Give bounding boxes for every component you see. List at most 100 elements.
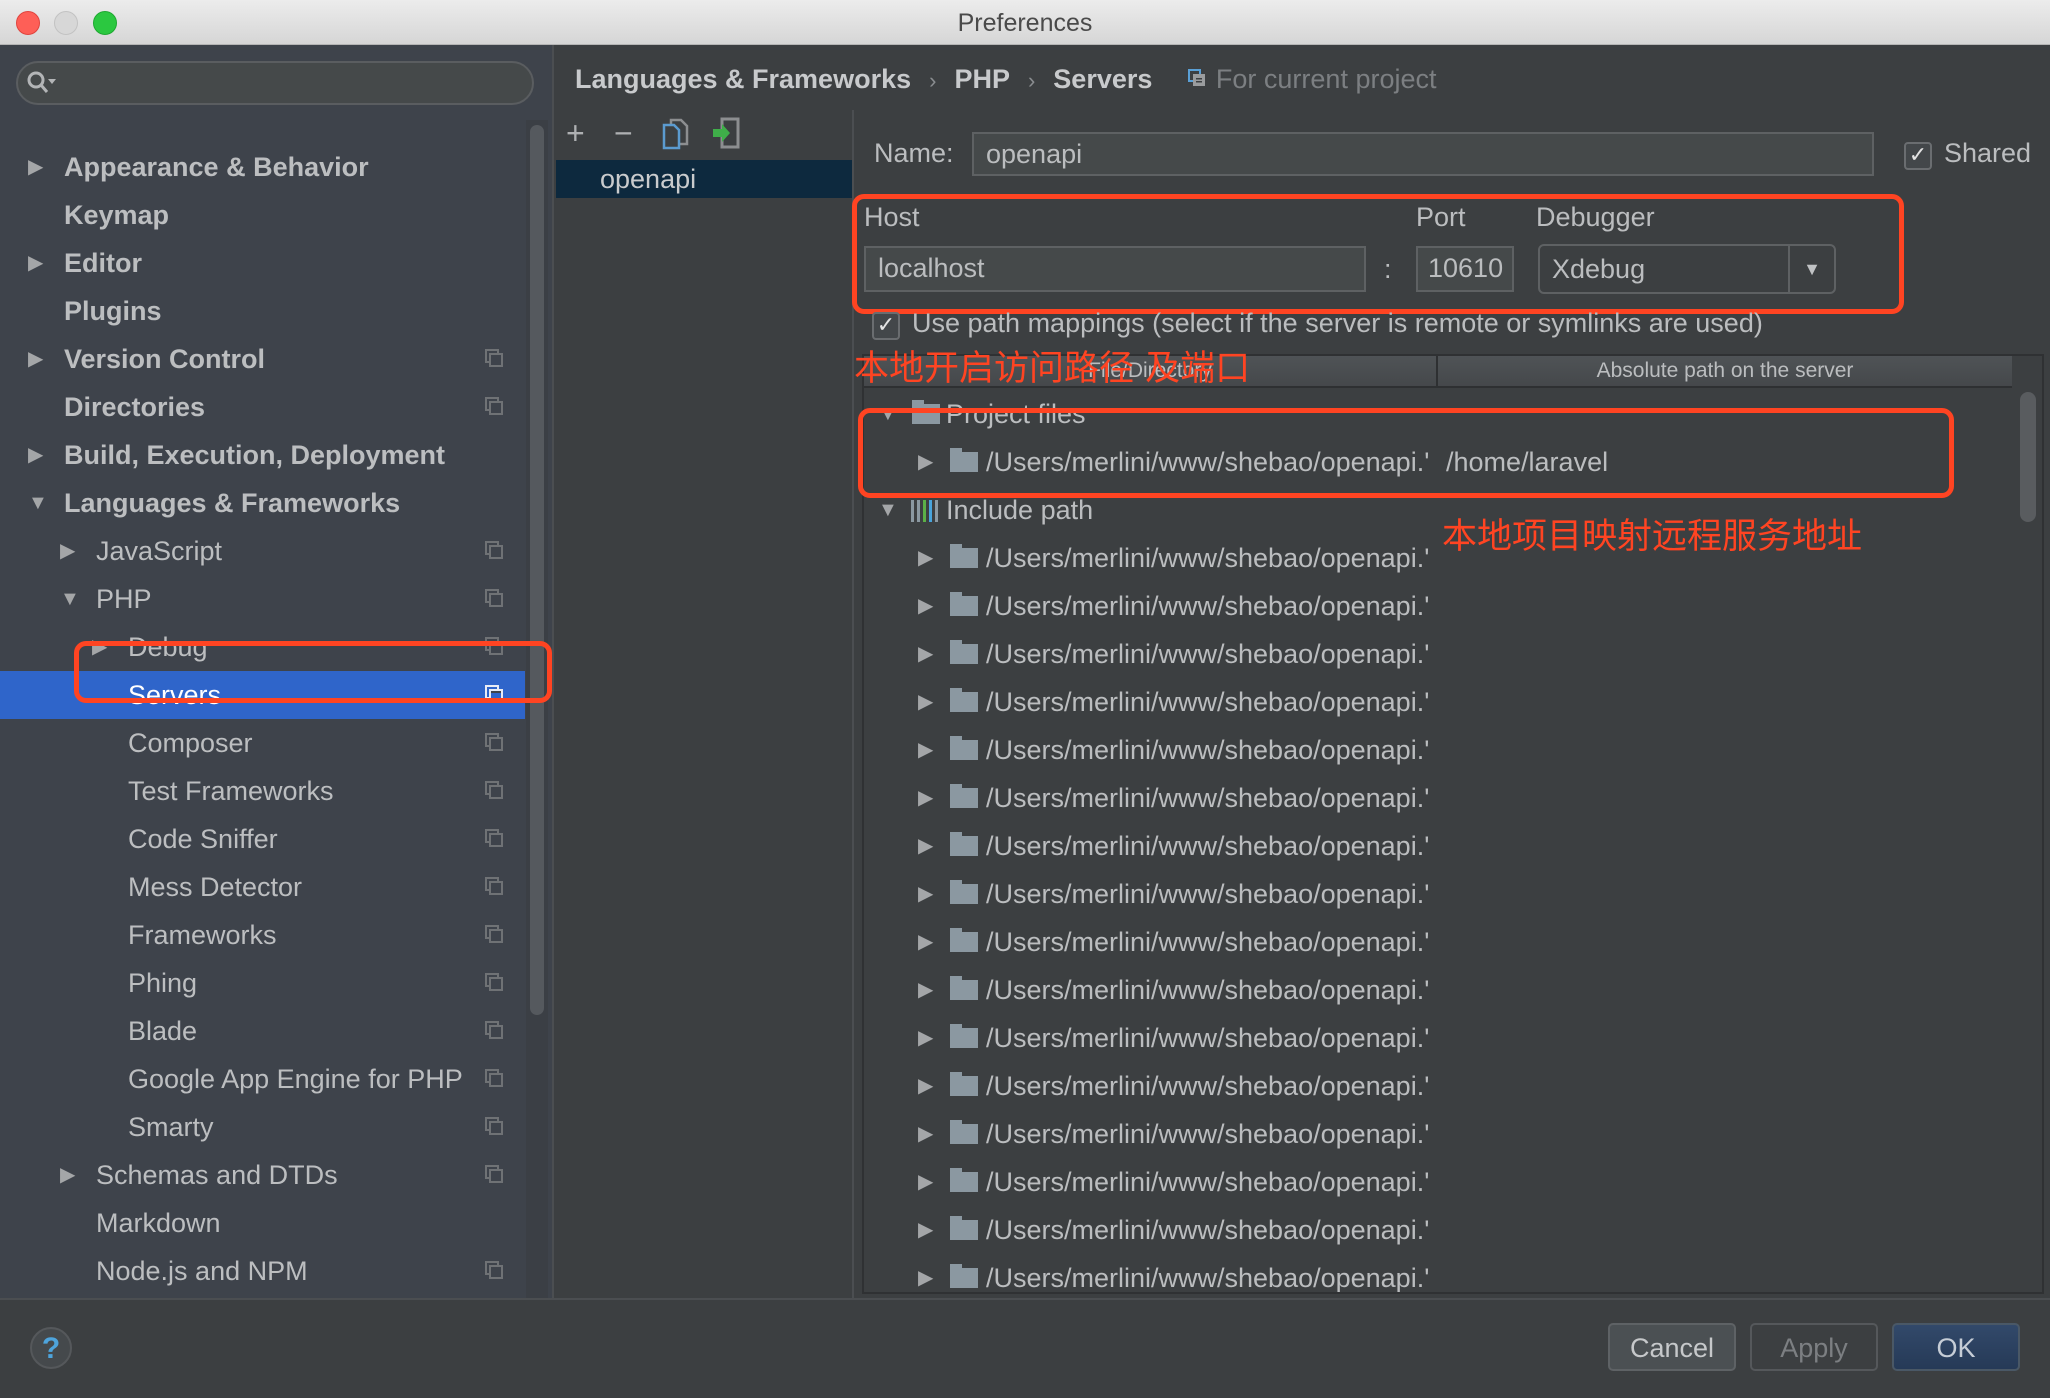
settings-search-input[interactable] [16,61,534,105]
collapsed-arrow-icon[interactable]: ▶ [60,527,75,575]
project-level-icon [485,733,503,751]
sidebar-item[interactable]: Frameworks [0,911,525,959]
sidebar-item[interactable]: ▶ Editor [0,239,525,287]
annotation-host-note: 本地开启访问路径 及端口 [854,349,1251,389]
add-server-button[interactable]: + [566,117,585,149]
sidebar-item[interactable]: Code Sniffer [0,815,525,863]
server-list-item[interactable]: openapi [556,160,852,198]
local-path-cell[interactable]: /Users/merlini/www/shebao/openapi.' [986,1110,1436,1158]
sidebar-item[interactable]: Test Frameworks [0,767,525,815]
breadcrumb-item[interactable]: Languages & Frameworks [575,64,911,94]
collapsed-arrow-icon[interactable]: ▶ [918,1062,933,1110]
collapsed-arrow-icon[interactable]: ▶ [28,335,43,383]
sidebar-item[interactable]: Smarty [0,1103,525,1151]
local-path-cell[interactable]: /Users/merlini/www/shebao/openapi.' [986,582,1436,630]
sidebar-item-label: Blade [128,1016,198,1046]
sidebar-item[interactable]: Markdown [0,1199,525,1247]
sidebar-item[interactable]: Blade [0,1007,525,1055]
sidebar-item[interactable]: Node.js and NPM [0,1247,525,1295]
collapsed-arrow-icon[interactable]: ▶ [918,1254,933,1292]
collapsed-arrow-icon[interactable]: ▶ [60,1151,75,1199]
sidebar-item[interactable]: ▶ JavaScript [0,527,525,575]
sidebar-item-label: Directories [64,392,206,422]
collapsed-arrow-icon[interactable]: ▶ [918,774,933,822]
sidebar-item[interactable]: Directories [0,383,525,431]
sidebar-item[interactable]: ▼ PHP [0,575,525,623]
local-path-cell[interactable]: /Users/merlini/www/shebao/openapi.' [986,534,1436,582]
local-path-cell[interactable]: /Users/merlini/www/shebao/openapi.' [986,630,1436,678]
sidebar-item[interactable]: Keymap [0,191,525,239]
sidebar-item[interactable]: Plugins [0,287,525,335]
column-header-server-path[interactable]: Absolute path on the server [1438,356,2012,386]
local-path-cell[interactable]: /Users/merlini/www/shebao/openapi.' [986,678,1436,726]
sidebar-item-label: Version Control [64,344,266,374]
sidebar-item[interactable]: ▶ Appearance & Behavior [0,143,525,191]
collapsed-arrow-icon[interactable]: ▶ [918,1110,933,1158]
collapsed-arrow-icon[interactable]: ▶ [918,966,933,1014]
scope-label: For current project [1215,64,1437,94]
collapsed-arrow-icon[interactable]: ▶ [28,239,43,287]
collapsed-arrow-icon[interactable]: ▶ [28,143,43,191]
project-level-icon [485,397,503,415]
sidebar-item[interactable]: Phing [0,959,525,1007]
collapsed-arrow-icon[interactable]: ▶ [918,822,933,870]
sidebar-item[interactable]: ▶ Build, Execution, Deployment [0,431,525,479]
sidebar-item-label: Test Frameworks [128,776,334,806]
cancel-button[interactable]: Cancel [1608,1323,1736,1371]
local-path-cell[interactable]: /Users/merlini/www/shebao/openapi.' [986,870,1436,918]
table-scrollbar-thumb[interactable] [2020,392,2036,522]
collapsed-arrow-icon[interactable]: ▶ [918,630,933,678]
collapsed-arrow-icon[interactable]: ▶ [918,1014,933,1062]
project-level-icon [485,1069,503,1087]
sidebar-item[interactable]: ▶ Schemas and DTDs [0,1151,525,1199]
sidebar-item[interactable]: ▼ Languages & Frameworks [0,479,525,527]
local-path-cell[interactable]: /Users/merlini/www/shebao/openapi.' [986,1206,1436,1254]
local-path-cell[interactable]: /Users/merlini/www/shebao/openapi.' [986,1014,1436,1062]
local-path-cell[interactable]: /Users/merlini/www/shebao/openapi.' [986,774,1436,822]
ok-button[interactable]: OK [1892,1323,2020,1371]
import-server-icon[interactable] [712,117,742,149]
folder-icon [950,784,978,808]
dialog-button-bar [0,1298,2050,1398]
library-icon [911,500,938,522]
sidebar-item-label: Appearance & Behavior [64,152,369,182]
local-path-cell[interactable]: /Users/merlini/www/shebao/openapi.' [986,822,1436,870]
collapsed-arrow-icon[interactable]: ▶ [918,1206,933,1254]
path-mappings-checkbox[interactable]: ✓ [872,312,900,340]
folder-icon [950,1024,978,1048]
help-button[interactable]: ? [30,1327,72,1369]
breadcrumb-item[interactable]: PHP [954,64,1010,94]
collapsed-arrow-icon[interactable]: ▶ [28,431,43,479]
folder-icon [950,640,978,664]
collapsed-arrow-icon[interactable]: ▶ [918,1158,933,1206]
collapsed-arrow-icon[interactable]: ▶ [918,582,933,630]
collapsed-arrow-icon[interactable]: ▶ [918,534,933,582]
shared-checkbox[interactable]: ✓ [1904,142,1932,170]
local-path-cell[interactable]: /Users/merlini/www/shebao/openapi.' [986,726,1436,774]
sidebar-item[interactable]: Google App Engine for PHP [0,1055,525,1103]
collapsed-arrow-icon[interactable]: ▶ [918,678,933,726]
remove-server-button[interactable]: − [614,117,633,149]
folder-icon [950,832,978,856]
sidebar-item[interactable]: Mess Detector [0,863,525,911]
apply-button[interactable]: Apply [1750,1323,1878,1371]
sidebar-item[interactable]: ▶ Version Control [0,335,525,383]
local-path-cell[interactable]: /Users/merlini/www/shebao/openapi.' [986,1254,1436,1292]
collapsed-arrow-icon[interactable]: ▶ [918,918,933,966]
sidebar-item-label: Smarty [128,1112,214,1142]
collapsed-arrow-icon[interactable]: ▶ [918,870,933,918]
name-input[interactable]: openapi [972,132,1874,176]
local-path-cell[interactable]: /Users/merlini/www/shebao/openapi.' [986,1158,1436,1206]
local-path-cell[interactable]: /Users/merlini/www/shebao/openapi.' [986,918,1436,966]
collapsed-arrow-icon[interactable]: ▶ [918,726,933,774]
local-path-cell[interactable]: /Users/merlini/www/shebao/openapi.' [986,966,1436,1014]
expanded-arrow-icon[interactable]: ▼ [60,575,80,623]
project-level-icon [485,1261,503,1279]
project-level-icon [485,877,503,895]
sidebar-item-label: Schemas and DTDs [96,1160,338,1190]
copy-server-icon[interactable] [662,118,692,150]
expanded-arrow-icon[interactable]: ▼ [28,479,48,527]
local-path-cell[interactable]: /Users/merlini/www/shebao/openapi.' [986,1062,1436,1110]
sidebar-scrollbar-thumb[interactable] [530,125,544,1015]
sidebar-item[interactable]: Composer [0,719,525,767]
